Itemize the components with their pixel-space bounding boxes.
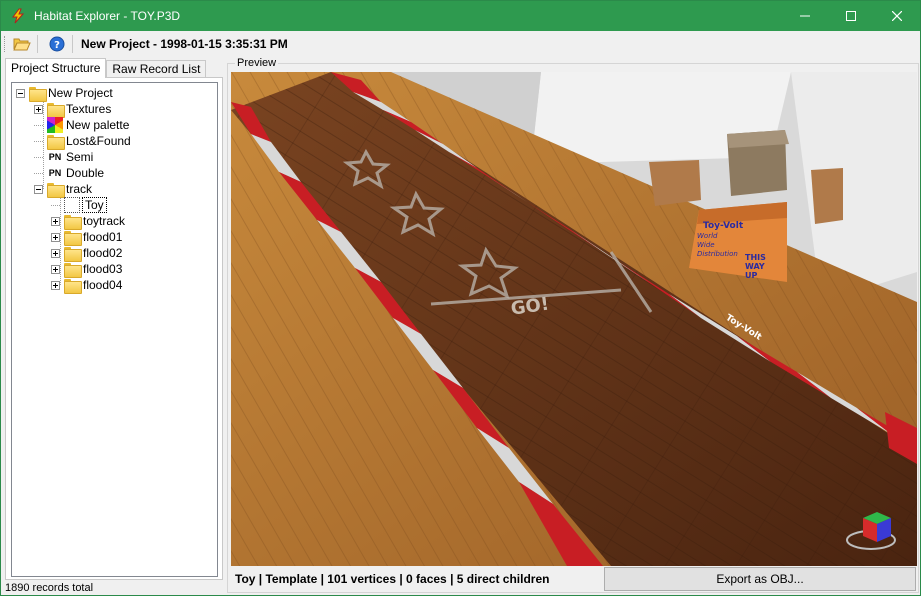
tab-raw-record-list[interactable]: Raw Record List <box>106 60 207 77</box>
folder-icon <box>64 230 82 246</box>
collapse-toggle[interactable] <box>34 184 43 194</box>
window-controls <box>782 1 920 31</box>
tree-node-track[interactable]: track <box>34 181 93 198</box>
expand-toggle[interactable] <box>51 264 60 274</box>
folder-icon <box>64 246 82 262</box>
toolbar-grip[interactable] <box>4 35 7 52</box>
tree-line <box>51 204 60 206</box>
tree-node-label: Semi <box>66 150 94 164</box>
tree-node-label: flood02 <box>83 246 123 260</box>
window-title: Habitat Explorer - TOY.P3D <box>34 9 181 23</box>
model-icon <box>64 197 80 213</box>
close-button[interactable] <box>874 1 920 31</box>
tree-node-toytrack[interactable]: toytrack <box>51 213 126 230</box>
scene-render: GO! Toy-Volt World Wide Distribution THI… <box>231 72 917 566</box>
tree-node-label: toytrack <box>83 214 126 228</box>
pn-icon: PN <box>48 168 62 178</box>
tree-node-new-palette[interactable]: New palette <box>34 117 129 133</box>
crate-text-distribution: Distribution <box>697 250 738 258</box>
open-folder-button[interactable] <box>11 33 33 55</box>
folder-icon <box>64 214 82 230</box>
tree-node-semi[interactable]: PN Semi <box>34 149 93 165</box>
collapse-toggle[interactable] <box>16 88 25 98</box>
app-window: Habitat Explorer - TOY.P3D ? New Project… <box>0 0 921 596</box>
toolbar-separator <box>72 34 73 53</box>
maximize-button[interactable] <box>828 1 874 31</box>
tree-node-double[interactable]: PN Double <box>34 165 104 181</box>
folder-icon <box>47 134 65 150</box>
tree-node-label: Textures <box>66 102 112 116</box>
tree-line <box>34 172 43 174</box>
folder-icon <box>47 102 65 118</box>
tree-node-label: flood01 <box>83 230 123 244</box>
tree-node-label: flood03 <box>83 262 123 276</box>
tree-node-label: track <box>66 182 93 196</box>
folder-icon <box>64 262 82 278</box>
tree-node-textures[interactable]: Textures <box>34 101 112 118</box>
expand-toggle[interactable] <box>51 232 60 242</box>
help-icon: ? <box>49 36 65 51</box>
tree-node-label-selected: Toy <box>82 197 107 213</box>
tree-node-flood01[interactable]: flood01 <box>51 229 123 246</box>
left-tabs: Project Structure Raw Record List <box>5 58 207 78</box>
tree-line <box>34 156 43 158</box>
tree-node-label: Double <box>66 166 105 180</box>
tab-project-structure[interactable]: Project Structure <box>5 58 107 78</box>
tree-node-flood02[interactable]: flood02 <box>51 245 123 262</box>
project-tree[interactable]: New Project Textures New palette Lost&Fo… <box>11 82 218 577</box>
preview-legend: Preview <box>235 57 279 69</box>
export-obj-button[interactable]: Export as OBJ... <box>604 567 916 591</box>
records-status: 1890 records total <box>5 582 94 594</box>
project-label: New Project - 1998-01-15 3:35:31 PM <box>81 36 288 51</box>
app-lightning-icon <box>10 8 26 24</box>
crate-text-way: WAY <box>745 262 765 271</box>
palette-icon <box>47 117 63 133</box>
selection-info: Toy | Template | 101 vertices | 0 faces … <box>235 572 550 586</box>
folder-icon <box>64 278 82 294</box>
pn-icon: PN <box>48 152 62 162</box>
expand-toggle[interactable] <box>34 104 43 114</box>
expand-toggle[interactable] <box>51 248 60 258</box>
tree-line <box>34 124 43 126</box>
tree-node-flood04[interactable]: flood04 <box>51 277 123 294</box>
tree-line <box>34 140 43 142</box>
tree-node-label: flood04 <box>83 278 123 292</box>
tree-node-flood03[interactable]: flood03 <box>51 261 123 278</box>
tree-node-toy[interactable]: Toy <box>51 197 107 213</box>
toolbar-separator <box>37 34 38 53</box>
tree-node-lost-found[interactable]: Lost&Found <box>34 133 131 150</box>
svg-text:?: ? <box>54 40 60 51</box>
folder-open-icon <box>13 38 31 50</box>
crate-brand: Toy-Volt <box>703 221 744 231</box>
title-bar[interactable]: Habitat Explorer - TOY.P3D <box>1 1 920 31</box>
expand-toggle[interactable] <box>51 216 60 226</box>
crate-text-this: THIS <box>745 253 766 262</box>
tree-node-root[interactable]: New Project <box>16 85 113 102</box>
expand-toggle[interactable] <box>51 280 60 290</box>
tree-node-label: New Project <box>48 86 113 100</box>
toolbar: ? New Project - 1998-01-15 3:35:31 PM <box>1 31 920 56</box>
folder-open-icon <box>29 86 47 102</box>
crate-text-up: UP <box>745 271 757 280</box>
tree-node-label: Lost&Found <box>66 134 131 148</box>
help-button[interactable]: ? <box>46 33 68 55</box>
crate-text-world: World <box>697 232 718 240</box>
minimize-button[interactable] <box>782 1 828 31</box>
crate-text-wide: Wide <box>697 241 715 249</box>
folder-open-icon <box>47 182 65 198</box>
preview-viewport[interactable]: GO! Toy-Volt World Wide Distribution THI… <box>231 72 917 566</box>
tree-node-label: New palette <box>66 118 130 132</box>
tab-panel: New Project Textures New palette Lost&Fo… <box>5 77 223 580</box>
